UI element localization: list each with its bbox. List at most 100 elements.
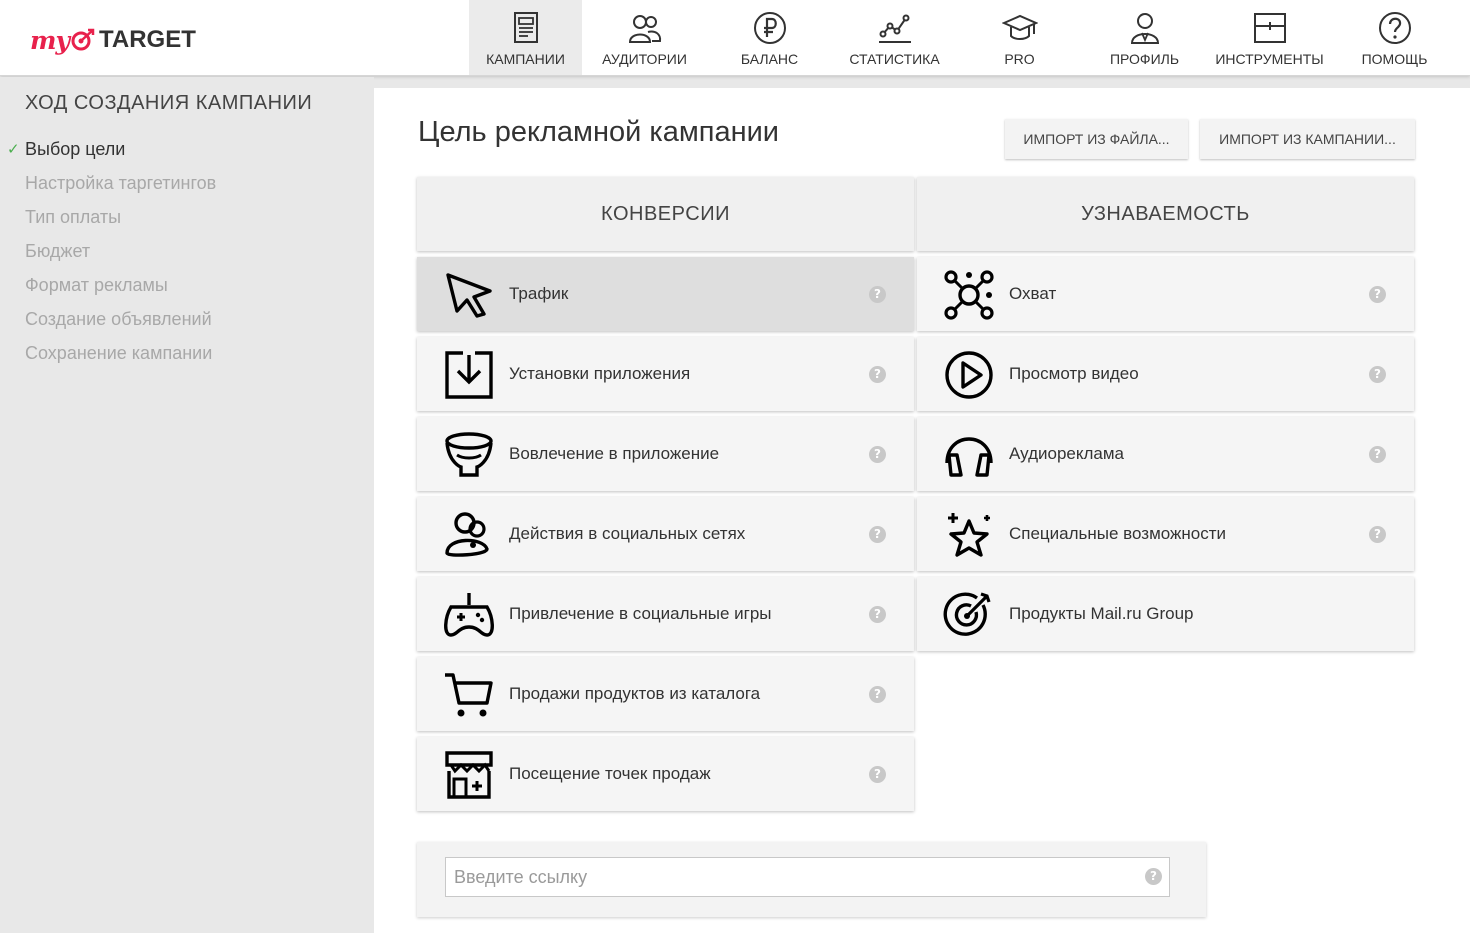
- step-budget[interactable]: Бюджет: [0, 239, 216, 273]
- progress-sidebar: ХОД СОЗДАНИЯ КАМПАНИИ ✓ Выбор цели Настро…: [0, 77, 374, 933]
- help-icon[interactable]: ?: [1369, 526, 1386, 543]
- goal-traffic[interactable]: Трафик ?: [417, 257, 914, 331]
- step-label: Сохранение кампании: [25, 343, 213, 363]
- store-icon: [443, 749, 495, 801]
- goal-label: Аудиореклама: [1009, 444, 1125, 463]
- step-label: Выбор цели: [25, 139, 126, 159]
- step-ad-format[interactable]: Формат рекламы: [0, 273, 216, 307]
- import-file-button[interactable]: ИМПОРТ ИЗ ФАЙЛА...: [1005, 119, 1188, 159]
- goal-label: Действия в социальных сетях: [509, 524, 746, 543]
- step-goal[interactable]: ✓ Выбор цели: [0, 137, 216, 171]
- goal-special-features[interactable]: Специальные возможности ?: [917, 497, 1414, 571]
- goal-reach[interactable]: Охват ?: [917, 257, 1414, 331]
- goal-social-actions[interactable]: Действия в социальных сетях ?: [417, 497, 914, 571]
- help-icon[interactable]: ?: [869, 766, 886, 783]
- nav-label: PRO: [1004, 51, 1035, 67]
- url-input[interactable]: [445, 857, 1170, 897]
- nav-label: ПОМОЩЬ: [1361, 51, 1428, 67]
- funnel-icon: [443, 429, 495, 481]
- nav-label: КАМПАНИИ: [486, 51, 565, 67]
- goal-store-visits[interactable]: Посещение точек продаж ?: [417, 737, 914, 811]
- download-box-icon: [443, 349, 495, 401]
- goal-label: Охват: [1009, 284, 1057, 303]
- main-panel: Цель рекламной кампании ИМПОРТ ИЗ ФАЙЛА.…: [374, 88, 1470, 933]
- step-label: Настройка таргетингов: [25, 173, 217, 193]
- graduation-cap-icon: [1001, 14, 1038, 40]
- target-icon: [943, 589, 995, 641]
- goal-video-views[interactable]: Просмотр видео ?: [917, 337, 1414, 411]
- document-icon: [513, 12, 538, 43]
- url-help-icon[interactable]: ?: [1145, 868, 1162, 885]
- help-icon[interactable]: ?: [1369, 366, 1386, 383]
- step-save-campaign[interactable]: Сохранение кампании: [0, 341, 216, 375]
- logo-target-icon: [71, 28, 95, 51]
- goal-label: Просмотр видео: [1009, 364, 1139, 383]
- nav-label: БАЛАНС: [740, 51, 799, 67]
- goal-app-engagement[interactable]: Вовлечение в приложение ?: [417, 417, 914, 491]
- nav-label: ИНСТРУМЕНТЫ: [1215, 51, 1324, 67]
- page-title: Цель рекламной кампании: [418, 116, 779, 148]
- step-label: Формат рекламы: [25, 275, 168, 295]
- goal-label: Привлечение в социальные игры: [509, 604, 772, 623]
- tab-awareness[interactable]: УЗНАВАЕМОСТЬ: [917, 177, 1414, 251]
- goal-label: Посещение точек продаж: [509, 764, 711, 783]
- nav-label: АУДИТОРИИ: [602, 51, 687, 67]
- mytarget-logo[interactable]: my TARGET: [30, 16, 196, 64]
- person-icon: [1130, 13, 1159, 44]
- help-icon[interactable]: ?: [1369, 446, 1386, 463]
- help-icon[interactable]: ?: [869, 686, 886, 703]
- help-icon[interactable]: ?: [869, 606, 886, 623]
- import-campaign-button[interactable]: ИМПОРТ ИЗ КАМПАНИИ...: [1200, 119, 1415, 159]
- step-payment-type[interactable]: Тип оплаты: [0, 205, 216, 239]
- goal-audio-ads[interactable]: Аудиореклама ?: [917, 417, 1414, 491]
- reach-icon: [943, 269, 995, 321]
- cart-icon: [443, 669, 495, 721]
- help-icon[interactable]: ?: [869, 446, 886, 463]
- help-icon[interactable]: ?: [1369, 286, 1386, 303]
- goal-app-installs[interactable]: Установки приложения ?: [417, 337, 914, 411]
- goal-label: Продажи продуктов из каталога: [509, 684, 761, 703]
- goal-mailru-products[interactable]: Продукты Mail.ru Group: [917, 577, 1414, 651]
- tab-conversions[interactable]: КОНВЕРСИИ: [417, 177, 914, 251]
- main-nav: КАМПАНИИ АУДИТОРИИ БАЛАНС СТАТИСТИКА PRO…: [469, 0, 1457, 76]
- help-icon[interactable]: ?: [869, 526, 886, 543]
- nav-campaigns[interactable]: КАМПАНИИ: [469, 0, 582, 75]
- question-icon: [1378, 12, 1411, 44]
- cursor-icon: [443, 269, 495, 321]
- nav-profile[interactable]: ПРОФИЛЬ: [1082, 0, 1207, 75]
- goal-label: Продукты Mail.ru Group: [1009, 604, 1194, 623]
- goal-social-games[interactable]: Привлечение в социальные игры ?: [417, 577, 914, 651]
- url-panel: ?: [417, 842, 1206, 917]
- nav-tools[interactable]: ИНСТРУМЕНТЫ: [1207, 0, 1332, 75]
- sidebar-title: ХОД СОЗДАНИЯ КАМПАНИИ: [25, 92, 313, 114]
- help-icon[interactable]: ?: [869, 286, 886, 303]
- top-header: my TARGET КАМПАНИИ АУДИТОРИИ БАЛАНС СТАТ…: [0, 0, 1470, 76]
- steps-list: ✓ Выбор цели Настройка таргетингов Тип оп…: [0, 137, 216, 375]
- goal-label: Специальные возможности: [1009, 524, 1227, 543]
- logo-my: my: [30, 25, 70, 55]
- nav-pro[interactable]: PRO: [957, 0, 1082, 75]
- nav-audiences[interactable]: АУДИТОРИИ: [582, 0, 707, 75]
- step-label: Бюджет: [25, 241, 91, 261]
- goal-label: Трафик: [509, 284, 569, 303]
- check-icon: ✓: [7, 141, 20, 158]
- help-icon[interactable]: ?: [869, 366, 886, 383]
- goal-catalog-sales[interactable]: Продажи продуктов из каталога ?: [417, 657, 914, 731]
- step-label: Тип оплаты: [25, 207, 122, 227]
- nav-balance[interactable]: БАЛАНС: [707, 0, 832, 75]
- line-chart-icon: [878, 14, 911, 43]
- gamepad-icon: [443, 589, 495, 641]
- headphones-icon: [943, 429, 995, 481]
- step-create-ads[interactable]: Создание объявлений: [0, 307, 216, 341]
- play-icon: [943, 349, 995, 401]
- goal-label: Установки приложения: [509, 364, 691, 383]
- goal-label: Вовлечение в приложение: [509, 444, 720, 463]
- nav-label: СТАТИСТИКА: [849, 51, 940, 67]
- nav-help[interactable]: ПОМОЩЬ: [1332, 0, 1457, 75]
- star-icon: [943, 509, 995, 561]
- step-targeting[interactable]: Настройка таргетингов: [0, 171, 216, 205]
- nav-statistics[interactable]: СТАТИСТИКА: [832, 0, 957, 75]
- users-icon: [628, 15, 661, 43]
- logo-target: TARGET: [98, 26, 196, 53]
- ruble-icon: [753, 12, 786, 44]
